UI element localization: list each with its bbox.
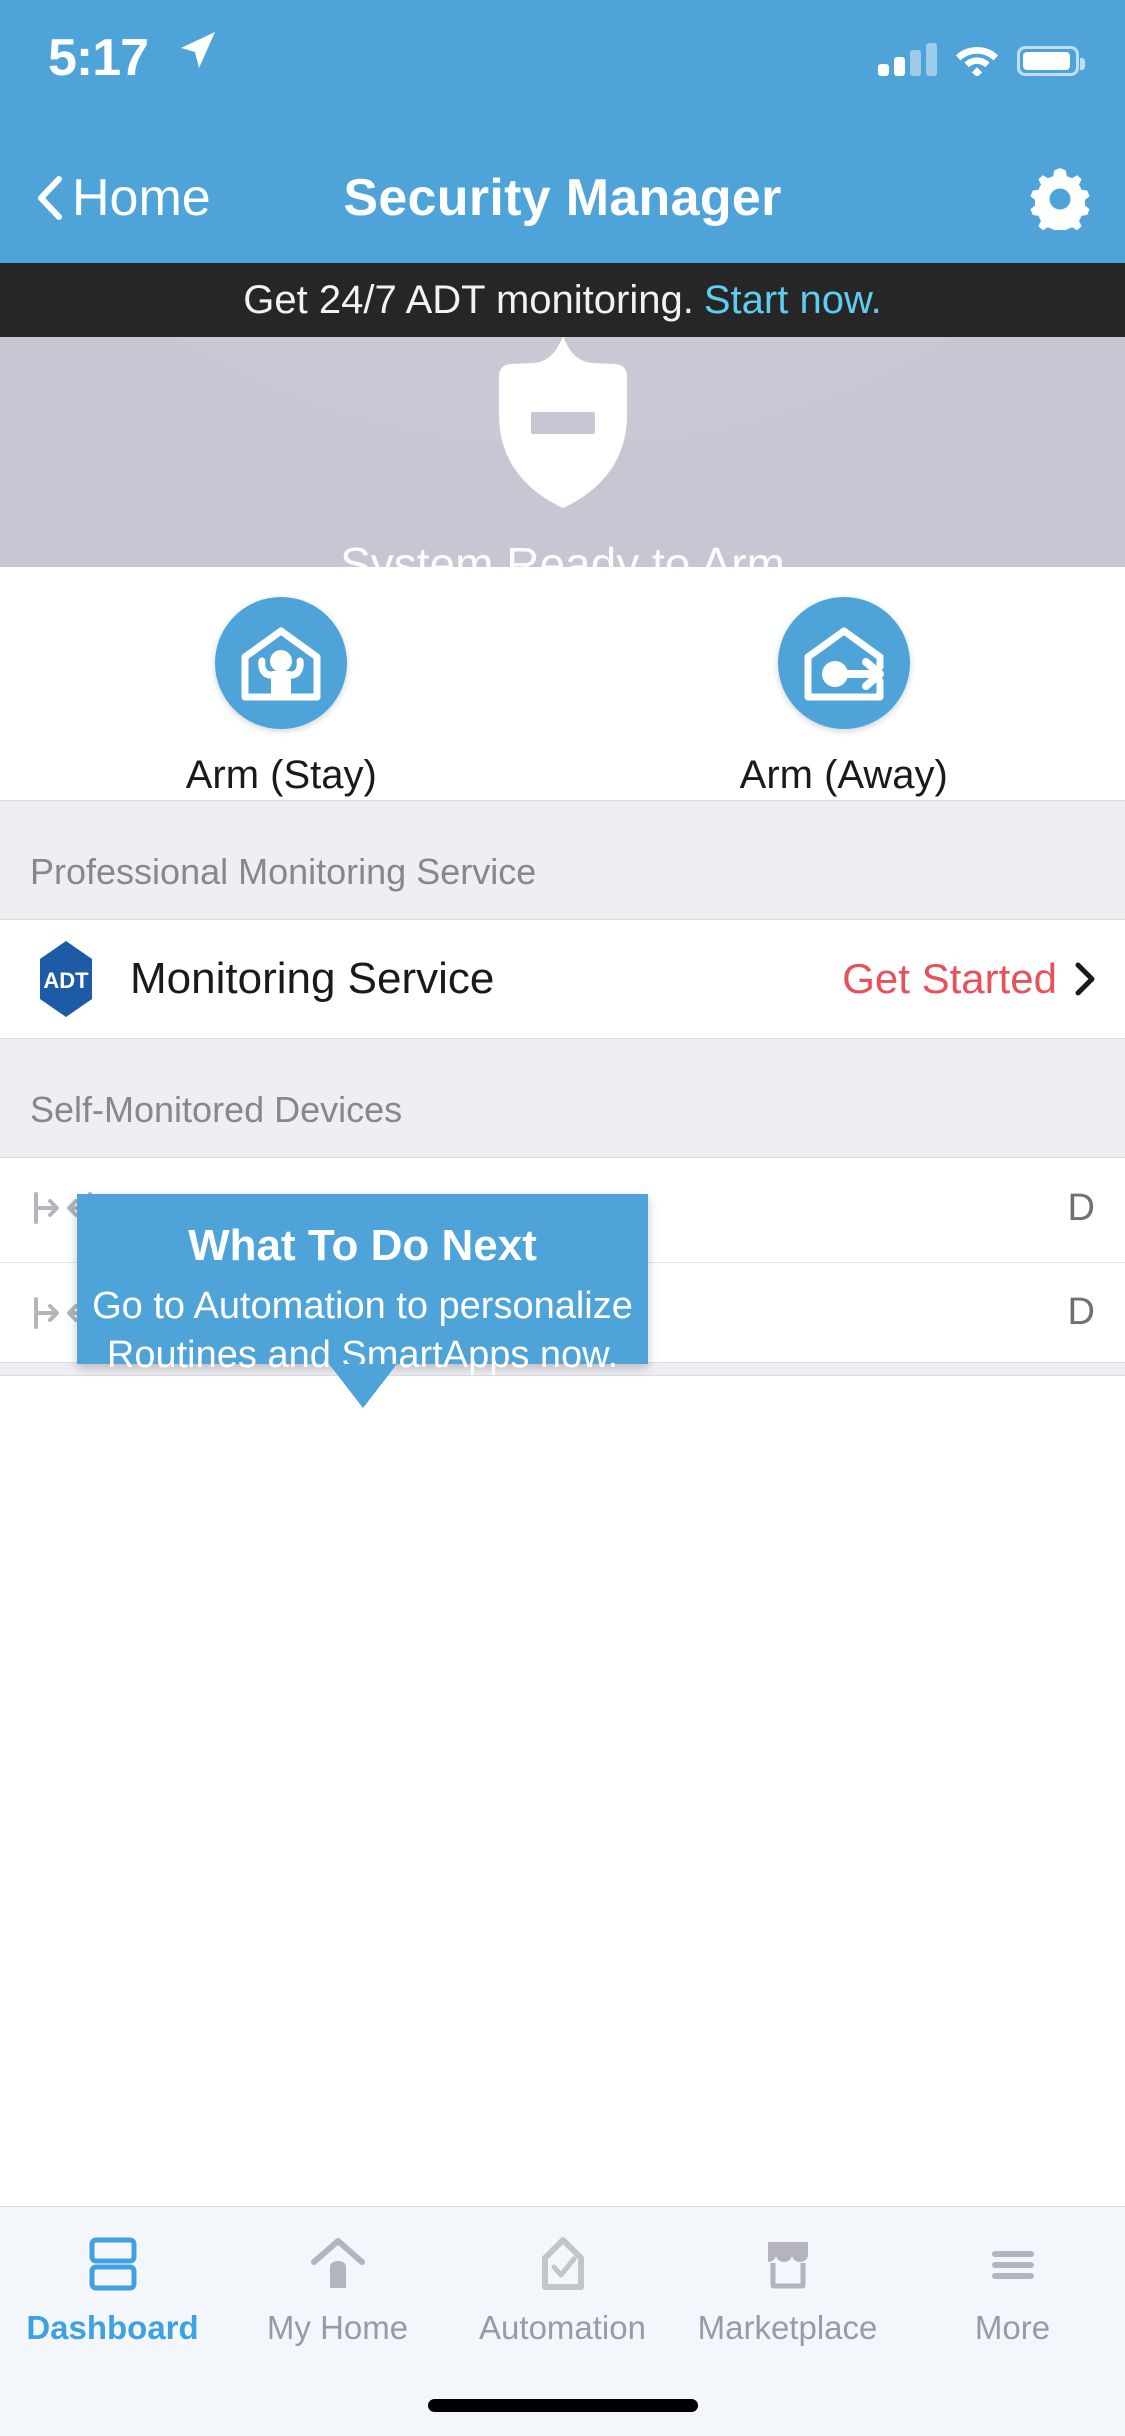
bottom-tab-bar: Dashboard My Home Automation Marketplace… xyxy=(0,2206,1125,2436)
marketplace-icon xyxy=(759,2233,817,2295)
tab-my-home-label: My Home xyxy=(266,2309,409,2346)
device-state: D xyxy=(1067,1291,1095,1333)
wifi-icon xyxy=(956,47,998,76)
tab-more[interactable]: More xyxy=(900,2233,1125,2347)
tooltip-arrow xyxy=(328,1364,397,1408)
tab-more-label: More xyxy=(974,2309,1051,2346)
navigation-bar: Home Security Manager xyxy=(0,132,1125,263)
monitoring-service-title: Monitoring Service xyxy=(130,954,495,1003)
tab-my-home[interactable]: My Home xyxy=(225,2233,450,2347)
chevron-right-icon xyxy=(1075,962,1095,996)
tab-marketplace[interactable]: Marketplace xyxy=(675,2233,900,2347)
home-indicator xyxy=(427,2399,698,2412)
system-status-hero: System Ready to Arm xyxy=(0,337,1125,567)
tab-dashboard-label: Dashboard xyxy=(26,2309,199,2346)
location-arrow-icon xyxy=(181,32,215,68)
app-screen: 5:17 Home Security Manager Get 24/7 ADT … xyxy=(0,0,1125,2436)
arm-away-label: Arm (Away) xyxy=(739,753,948,797)
more-menu-icon xyxy=(984,2233,1042,2295)
tooltip-title: What To Do Next xyxy=(188,1221,537,1270)
tab-dashboard[interactable]: Dashboard xyxy=(0,2233,225,2347)
tab-automation-label: Automation xyxy=(479,2309,646,2346)
tab-automation[interactable]: Automation xyxy=(450,2233,675,2347)
promo-link[interactable]: Start now. xyxy=(704,278,882,323)
chevron-left-icon xyxy=(38,175,62,220)
gear-icon[interactable] xyxy=(1029,168,1091,230)
promo-text: Get 24/7 ADT monitoring. xyxy=(243,277,694,322)
cellular-signal-icon xyxy=(878,42,937,76)
status-bar-time: 5:17 xyxy=(48,29,149,87)
tab-marketplace-label: Marketplace xyxy=(697,2309,878,2346)
battery-icon xyxy=(1017,46,1085,76)
dashboard-icon xyxy=(84,2233,142,2295)
get-started-link[interactable]: Get Started xyxy=(842,955,1057,1003)
house-exit-arrow-icon xyxy=(804,627,884,701)
device-state: D xyxy=(1067,1186,1095,1229)
section-header-professional-monitoring: Professional Monitoring Service xyxy=(0,800,1125,920)
house-person-icon xyxy=(241,627,321,701)
arm-actions-row: Arm (Stay) Arm (Away) xyxy=(0,567,1125,800)
automation-icon xyxy=(534,2233,592,2295)
monitoring-service-row[interactable]: ADT Monitoring Service Get Started xyxy=(0,920,1125,1038)
status-bar-indicators xyxy=(878,26,1085,76)
tooltip-line-1: Go to Automation to personalize xyxy=(92,1284,633,1327)
arm-away-circle[interactable] xyxy=(777,597,910,729)
shield-disarmed-icon xyxy=(463,337,663,522)
back-button[interactable]: Home xyxy=(22,132,225,263)
arm-stay-circle[interactable] xyxy=(215,597,348,729)
arm-stay-button[interactable]: Arm (Stay) xyxy=(0,567,563,800)
back-button-label: Home xyxy=(72,168,211,227)
section-header-self-monitored-devices: Self-Monitored Devices xyxy=(0,1038,1125,1158)
status-bar: 5:17 xyxy=(0,0,1125,132)
home-icon xyxy=(309,2233,367,2295)
arm-stay-label: Arm (Stay) xyxy=(185,753,377,797)
arm-away-button[interactable]: Arm (Away) xyxy=(563,567,1125,800)
adt-logo-icon: ADT xyxy=(30,940,102,1018)
svg-text:ADT: ADT xyxy=(43,968,89,993)
what-to-do-next-tooltip[interactable]: What To Do Next Go to Automation to pers… xyxy=(77,1194,648,1408)
system-status-text: System Ready to Arm xyxy=(340,538,785,567)
promo-banner[interactable]: Get 24/7 ADT monitoring. Start now. xyxy=(0,263,1125,337)
